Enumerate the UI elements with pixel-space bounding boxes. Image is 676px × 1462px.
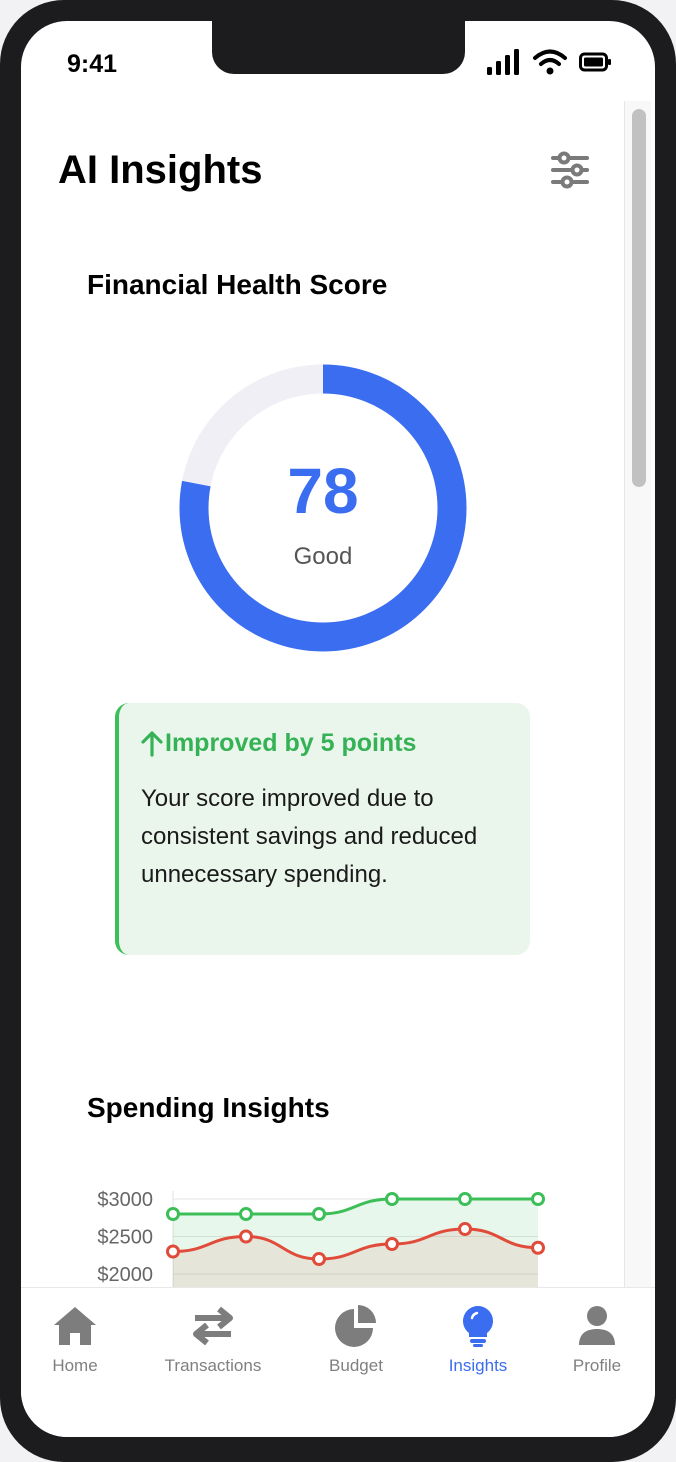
y-tick-label: $2500 bbox=[97, 1227, 153, 1249]
status-icons bbox=[487, 49, 611, 75]
pie-chart-icon bbox=[335, 1305, 376, 1347]
series-0-point-4 bbox=[458, 1192, 472, 1206]
series-1-point-3 bbox=[385, 1237, 399, 1251]
series-1-point-1 bbox=[239, 1229, 253, 1244]
sliders-icon bbox=[551, 151, 589, 189]
series-1-point-2 bbox=[312, 1252, 326, 1266]
series-0-point-5 bbox=[531, 1192, 545, 1206]
tab-profile-label: Profile bbox=[572, 1356, 622, 1375]
improvement-title: Improved by 5 points bbox=[165, 729, 417, 757]
spending-chart: $3000$2500$2000$1500 bbox=[97, 1189, 545, 1291]
tab-profile[interactable]: Profile bbox=[537, 1304, 655, 1376]
battery-icon bbox=[579, 52, 611, 72]
y-tick-label: $3000 bbox=[97, 1189, 153, 1211]
filter-button[interactable] bbox=[549, 149, 591, 191]
tab-insights-label: Insights bbox=[448, 1356, 508, 1375]
lightbulb-icon bbox=[463, 1306, 493, 1347]
health-score-label: Good bbox=[293, 543, 353, 570]
scrollbar[interactable] bbox=[624, 101, 651, 1291]
improvement-title-row: Improved by 5 points bbox=[141, 729, 508, 758]
tab-transactions[interactable]: Transactions bbox=[153, 1304, 273, 1376]
wifi-icon bbox=[533, 49, 567, 75]
status-time: 9:41 bbox=[67, 50, 118, 78]
tab-bar: Home Transactions Budget Insights Profil… bbox=[21, 1287, 655, 1437]
phone-frame: 9:41 AI Insights Financial Health Score … bbox=[0, 0, 676, 1462]
user-icon bbox=[579, 1306, 615, 1345]
app-screen: 9:41 AI Insights Financial Health Score … bbox=[21, 21, 655, 1437]
signal-icon bbox=[487, 49, 519, 75]
series-1-point-5 bbox=[531, 1240, 545, 1255]
series-0-point-2 bbox=[312, 1207, 326, 1221]
series-0-point-3 bbox=[385, 1192, 399, 1206]
series-0-point-0 bbox=[166, 1207, 180, 1221]
tab-insights[interactable]: Insights bbox=[418, 1304, 538, 1376]
y-tick-label: $2000 bbox=[97, 1264, 153, 1286]
tab-budget[interactable]: Budget bbox=[296, 1304, 416, 1376]
tab-home-label: Home bbox=[52, 1356, 98, 1375]
health-score-value: 78 bbox=[287, 455, 359, 527]
spending-insights-title: Spending Insights bbox=[87, 1092, 330, 1123]
tab-transactions-label: Transactions bbox=[164, 1356, 262, 1375]
transfer-icon bbox=[193, 1306, 233, 1346]
arrow-up-icon bbox=[141, 730, 163, 757]
improvement-card: Improved by 5 points Your score improved… bbox=[115, 703, 530, 955]
tab-home[interactable]: Home bbox=[21, 1304, 135, 1376]
tab-budget-label: Budget bbox=[329, 1356, 383, 1375]
series-1-point-4 bbox=[458, 1222, 472, 1236]
notch bbox=[212, 21, 465, 74]
page-title: AI Insights bbox=[58, 148, 263, 192]
health-score-title: Financial Health Score bbox=[87, 269, 388, 300]
home-icon bbox=[54, 1307, 96, 1345]
improvement-text: Your score improved due to consistent sa… bbox=[141, 785, 478, 888]
series-0-point-1 bbox=[239, 1207, 253, 1221]
scrollbar-thumb[interactable] bbox=[632, 109, 646, 487]
series-1-point-0 bbox=[166, 1244, 180, 1259]
